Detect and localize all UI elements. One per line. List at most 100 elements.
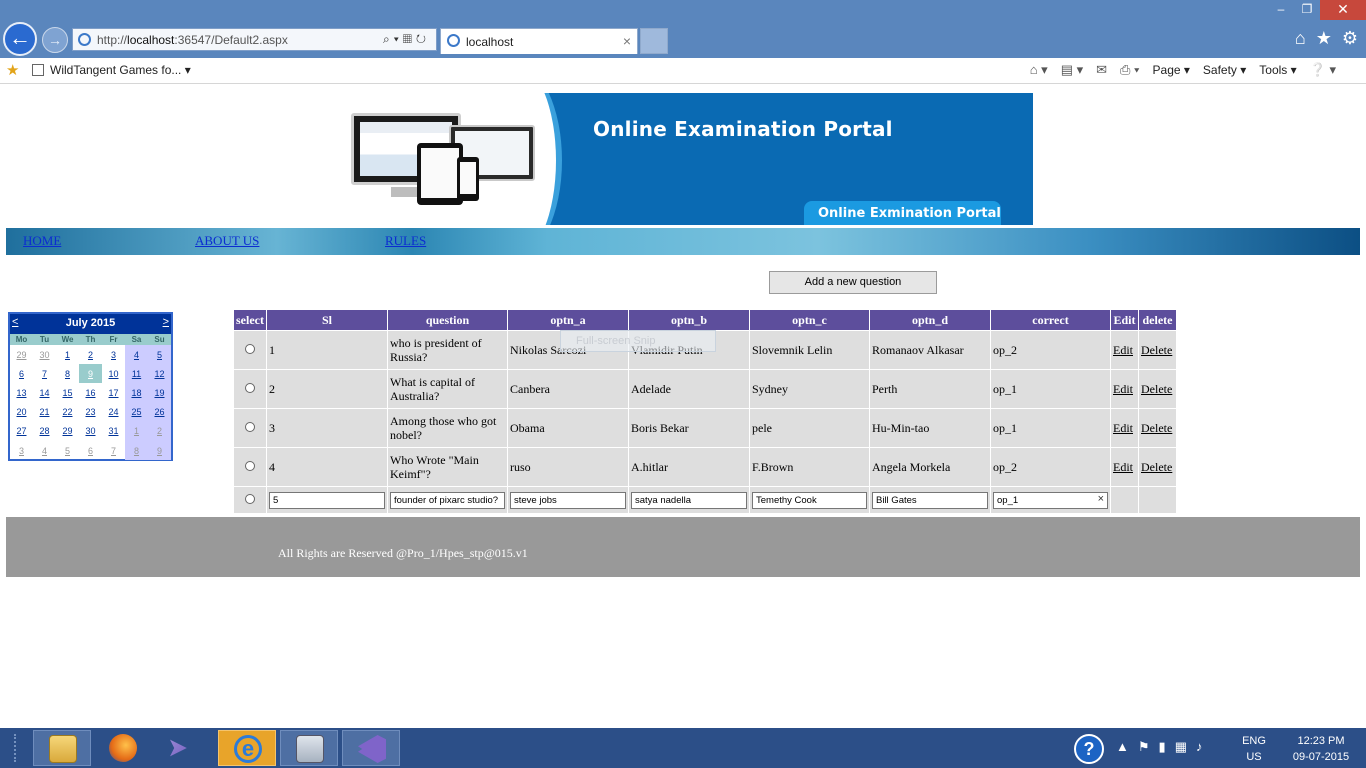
edit-input-question[interactable]: [390, 491, 505, 509]
edit-input-c[interactable]: [752, 491, 867, 509]
feeds-icon[interactable]: ▤ ▾: [1061, 62, 1083, 78]
forward-button[interactable]: →: [42, 27, 68, 53]
taskbar-visual-studio[interactable]: [342, 730, 400, 766]
calendar-day[interactable]: 3: [102, 345, 125, 364]
calendar-day[interactable]: 9: [79, 364, 102, 384]
calendar-day[interactable]: 31: [102, 422, 125, 441]
calendar-day[interactable]: 23: [79, 403, 102, 422]
new-tab-button[interactable]: [640, 28, 668, 54]
calendar-day[interactable]: 20: [10, 403, 33, 422]
calendar-day[interactable]: 30: [79, 422, 102, 441]
taskbar-file-explorer[interactable]: [33, 730, 91, 766]
delete-link[interactable]: Delete: [1141, 460, 1172, 474]
menu-about-link[interactable]: ABOUT US: [195, 233, 259, 249]
add-question-button[interactable]: Add a new question: [769, 271, 937, 294]
calendar-day[interactable]: 21: [33, 403, 56, 422]
language-indicator[interactable]: ENG US: [1240, 733, 1268, 765]
clock[interactable]: 12:23 PM 09-07-2015: [1280, 733, 1362, 765]
select-radio[interactable]: [245, 382, 255, 393]
help-icon[interactable]: ❔ ▾: [1310, 62, 1336, 78]
settings-gear-icon[interactable]: ⚙: [1342, 28, 1358, 49]
calendar-day[interactable]: 3: [10, 441, 33, 460]
edit-input-correct[interactable]: [993, 491, 1108, 509]
calendar-next-link[interactable]: >: [163, 316, 169, 328]
taskbar-visual-studio-old[interactable]: [155, 730, 213, 766]
tools-menu[interactable]: Tools ▾: [1259, 63, 1296, 77]
edit-input-sl[interactable]: [269, 491, 385, 509]
taskbar-firefox[interactable]: [94, 730, 152, 766]
search-icon[interactable]: ⌕: [383, 32, 394, 46]
calendar-day[interactable]: 7: [33, 364, 56, 383]
calendar-day[interactable]: 29: [56, 422, 79, 441]
menu-home-link[interactable]: HOME: [23, 233, 61, 249]
favorite-link[interactable]: WildTangent Games fo... ▾: [32, 63, 191, 77]
taskbar-snipping-tool[interactable]: [280, 730, 338, 766]
clear-input-icon[interactable]: ×: [1098, 493, 1104, 505]
back-button[interactable]: ←: [3, 22, 37, 56]
calendar-day[interactable]: 19: [148, 383, 171, 403]
mail-icon[interactable]: ✉: [1096, 62, 1107, 78]
edit-link[interactable]: Edit: [1113, 343, 1133, 357]
edit-link[interactable]: Edit: [1113, 421, 1133, 435]
restore-icon[interactable]: ❐: [1294, 0, 1320, 20]
menu-rules-link[interactable]: RULES: [385, 233, 426, 249]
calendar-day[interactable]: 25: [125, 402, 148, 422]
calendar-day[interactable]: 13: [10, 383, 33, 402]
calendar-day[interactable]: 28: [33, 422, 56, 441]
home-icon[interactable]: ⌂: [1295, 28, 1306, 49]
network-signal-icon[interactable]: ▦: [1175, 739, 1187, 755]
help-tray-icon[interactable]: ?: [1074, 734, 1104, 764]
edit-link[interactable]: Edit: [1113, 382, 1133, 396]
page-menu[interactable]: Page ▾: [1153, 63, 1190, 77]
close-tab-icon[interactable]: ×: [623, 33, 631, 49]
calendar-day[interactable]: 22: [56, 403, 79, 422]
address-url[interactable]: http://localhost:36547/Default2.aspx: [97, 33, 288, 47]
calendar-day[interactable]: 12: [148, 364, 171, 384]
compat-icon[interactable]: ▦: [403, 32, 416, 46]
calendar-day[interactable]: 6: [79, 441, 102, 460]
calendar-day[interactable]: 2: [148, 421, 171, 441]
edit-input-b[interactable]: [631, 491, 747, 509]
calendar-day[interactable]: 10: [102, 364, 125, 383]
calendar-day[interactable]: 8: [125, 440, 148, 461]
calendar-day[interactable]: 5: [56, 441, 79, 460]
select-radio[interactable]: [245, 493, 255, 504]
calendar-day[interactable]: 11: [125, 364, 148, 384]
minimize-icon[interactable]: –: [1268, 0, 1294, 20]
calendar-day[interactable]: 1: [56, 345, 79, 364]
print-icon[interactable]: ⎙ ▾: [1120, 62, 1139, 78]
calendar-day[interactable]: 6: [10, 364, 33, 383]
calendar-day[interactable]: 18: [125, 383, 148, 403]
battery-icon[interactable]: ▮: [1159, 739, 1166, 755]
calendar-day[interactable]: 2: [79, 345, 102, 364]
browser-tab[interactable]: localhost ×: [440, 28, 638, 54]
calendar-day[interactable]: 14: [33, 383, 56, 402]
calendar-day[interactable]: 4: [33, 441, 56, 460]
edit-input-a[interactable]: [510, 491, 626, 509]
favorites-star-icon[interactable]: ★: [1316, 28, 1332, 49]
delete-link[interactable]: Delete: [1141, 343, 1172, 357]
show-hidden-icons-icon[interactable]: ▲: [1116, 739, 1129, 755]
dropdown-icon[interactable]: ▾: [394, 32, 403, 46]
calendar-day[interactable]: 16: [79, 383, 102, 402]
calendar-day[interactable]: 1: [125, 421, 148, 441]
edit-input-d[interactable]: [872, 491, 988, 509]
calendar-day[interactable]: 26: [148, 402, 171, 422]
calendar-day[interactable]: 29: [10, 345, 33, 364]
select-radio[interactable]: [245, 460, 255, 471]
calendar-day[interactable]: 15: [56, 383, 79, 402]
refresh-icon[interactable]: ↻: [416, 32, 430, 46]
select-radio[interactable]: [245, 343, 255, 354]
favorites-add-icon[interactable]: ★: [6, 61, 19, 79]
address-tools[interactable]: ⌕▾▦↻: [383, 32, 430, 47]
calendar-day[interactable]: 17: [102, 383, 125, 402]
calendar-day[interactable]: 24: [102, 403, 125, 422]
calendar-day[interactable]: 7: [102, 441, 125, 460]
select-radio[interactable]: [245, 421, 255, 432]
taskbar-internet-explorer[interactable]: e: [218, 730, 276, 766]
calendar-day[interactable]: 30: [33, 345, 56, 364]
calendar-day[interactable]: 27: [10, 422, 33, 441]
calendar-day[interactable]: 8: [56, 364, 79, 383]
close-window-icon[interactable]: ✕: [1320, 0, 1366, 20]
action-center-icon[interactable]: ⚑: [1138, 739, 1150, 755]
